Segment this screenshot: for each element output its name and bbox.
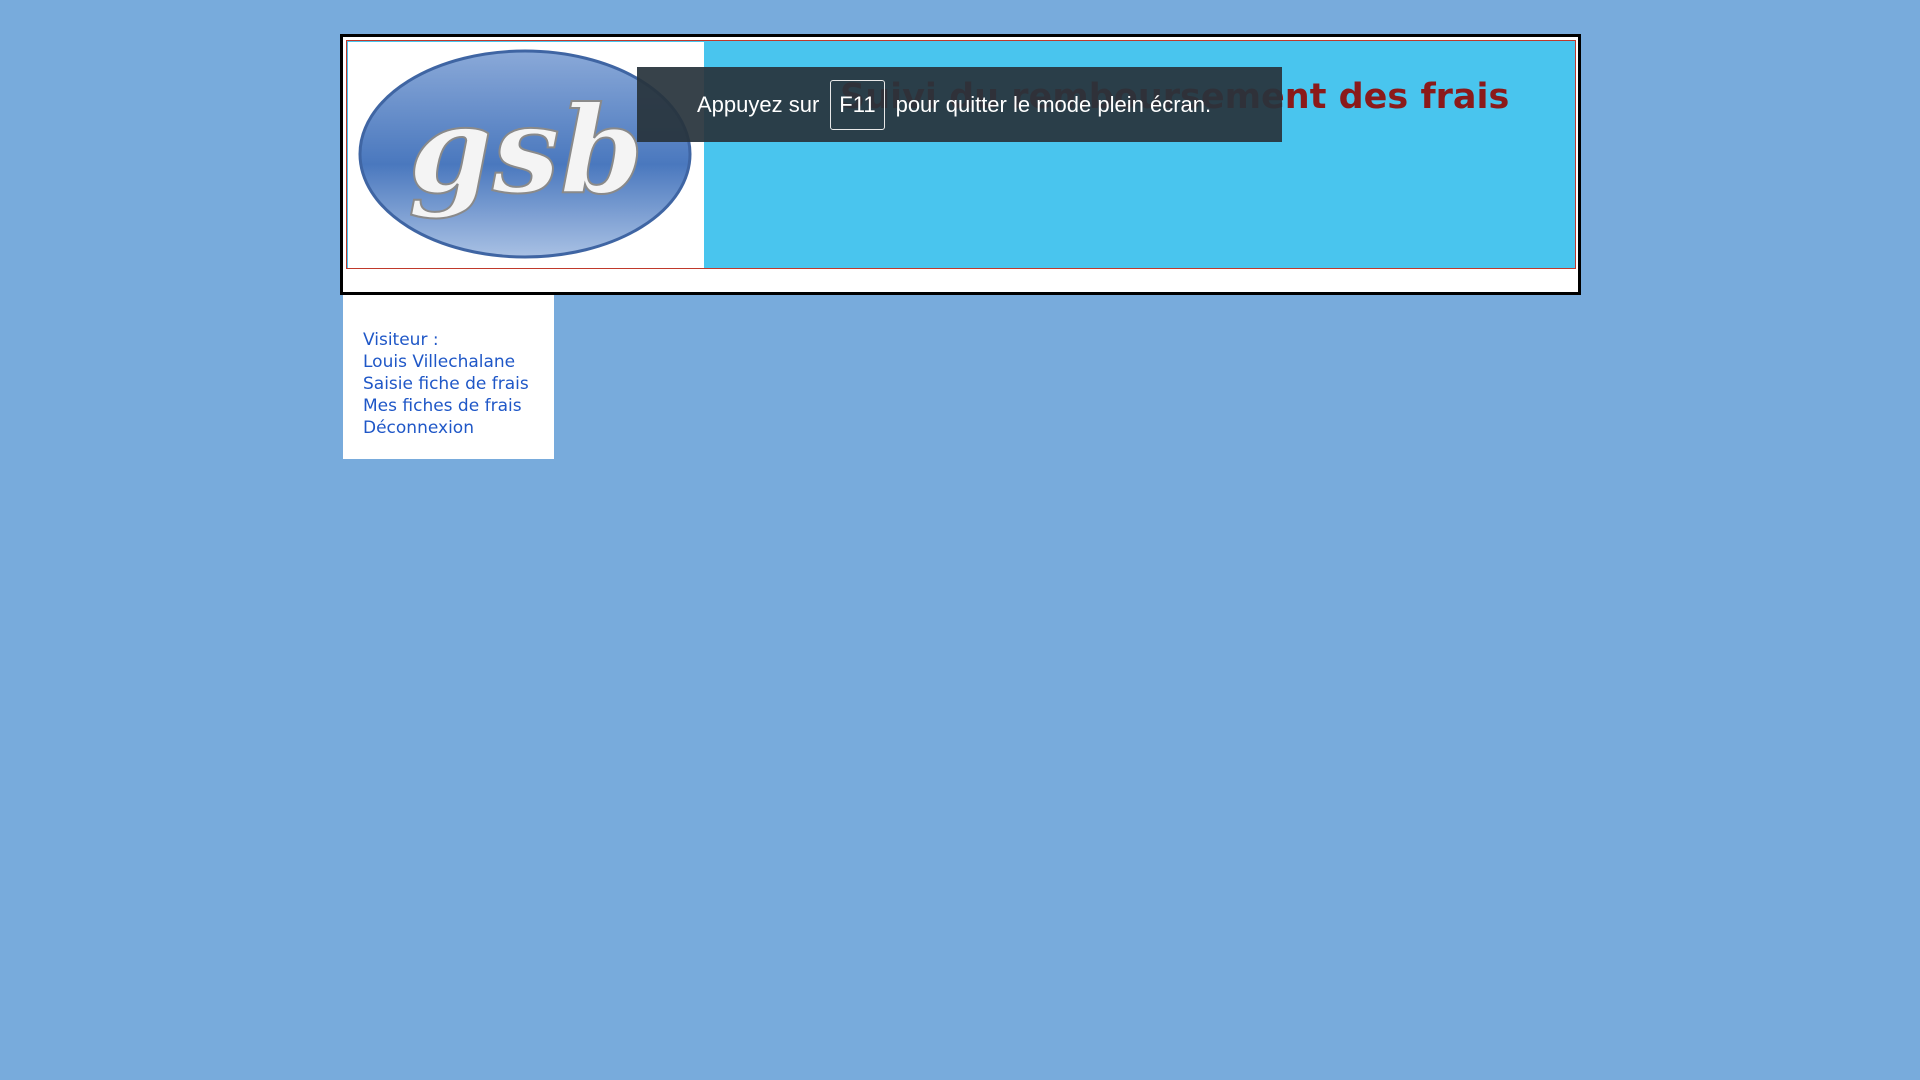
page: gsb Suivi du remboursement des frais Vis… [0, 0, 1920, 1080]
fullscreen-notice: Appuyez sur F11 pour quitter le mode ple… [637, 67, 1282, 142]
logo-text: gsb [408, 80, 643, 221]
visitor-label: Visiteur : [363, 330, 439, 350]
side-menu: Visiteur : Louis Villechalane Saisie fic… [343, 295, 554, 459]
menu-item-mes-fiches[interactable]: Mes fiches de frais [363, 395, 554, 417]
fullscreen-notice-prefix: Appuyez sur [697, 91, 820, 117]
visitor-name: Louis Villechalane [363, 352, 516, 372]
f11-key-badge: F11 [830, 79, 885, 130]
menu-item-saisie-fiche[interactable]: Saisie fiche de frais [363, 373, 554, 395]
menu-item-deconnexion[interactable]: Déconnexion [363, 417, 554, 439]
fullscreen-notice-suffix: pour quitter le mode plein écran. [895, 91, 1212, 117]
